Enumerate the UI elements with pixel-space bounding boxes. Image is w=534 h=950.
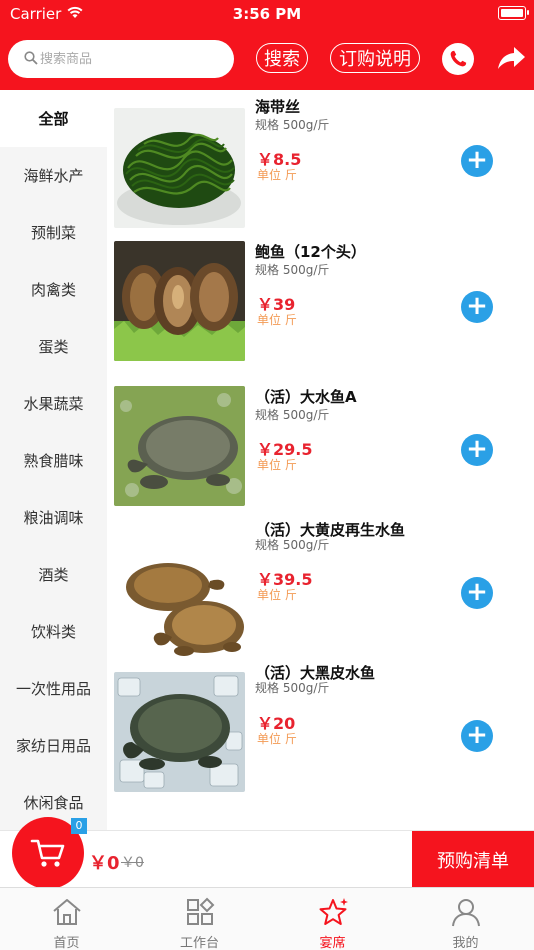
product-image-abalone [114,241,245,361]
category-item-disposables[interactable]: 一次性用品 [0,660,107,717]
tab-label: 宴席 [319,936,346,950]
app-screen: Carrier 3:56 PM 搜索 订购说明 全部 [0,0,534,950]
tab-label: 首页 [53,936,80,950]
star-icon [319,898,348,925]
product-unit: 单位 斤 [257,168,297,182]
category-item-liquor[interactable]: 酒类 [0,546,107,603]
search-button[interactable]: 搜索 [256,43,308,73]
product-spec: 规格 500g/斤 [255,263,330,277]
product-spec: 规格 500g/斤 [255,681,330,695]
battery-icon [498,6,529,20]
product-item[interactable]: （活）大水鱼A 规格 500g/斤 ￥29.5 单位 斤 + [107,376,534,519]
product-image-softshell-turtle [114,386,245,506]
product-unit: 单位 斤 [257,732,297,746]
search-icon [24,51,38,65]
add-to-cart-button[interactable]: + [461,434,493,466]
product-item[interactable]: （活）大黄皮再生水鱼 规格 500g/斤 ￥39.5 单位 斤 + [107,519,534,667]
add-to-cart-button[interactable]: + [461,720,493,752]
cart-icon [30,839,65,867]
product-name: 海带丝 [255,98,301,116]
product-spec: 规格 500g/斤 [255,538,330,552]
bottom-tab-bar: 首页 工作台 宴席 我的 [0,887,534,950]
product-unit: 单位 斤 [257,588,297,602]
tab-workbench[interactable]: 工作台 [133,888,266,950]
product-image-black-turtle [114,672,245,792]
category-item-drinks[interactable]: 饮料类 [0,603,107,660]
add-to-cart-button[interactable]: + [461,577,493,609]
category-item-prepared[interactable]: 预制菜 [0,204,107,261]
product-spec: 规格 500g/斤 [255,118,330,132]
clock: 3:56 PM [232,5,302,23]
category-item-eggs[interactable]: 蛋类 [0,318,107,375]
category-item-all[interactable]: 全部 [0,90,107,147]
top-header: 搜索 订购说明 [0,28,534,90]
cart-original-price: ￥0 [121,855,144,871]
cart-count-badge: 0 [71,818,87,834]
tab-profile[interactable]: 我的 [399,888,532,950]
preorder-list-button[interactable]: 预购清单 [412,831,534,888]
status-bar: Carrier 3:56 PM [0,0,534,28]
category-sidebar: 全部 海鲜水产 预制菜 肉禽类 蛋类 水果蔬菜 熟食腊味 粮油调味 酒类 饮料类… [0,90,107,830]
tab-label: 工作台 [179,936,219,950]
product-name: 鲍鱼（12个头） [255,243,366,261]
tab-banquet[interactable]: 宴席 [266,888,399,950]
product-unit: 单位 斤 [257,458,297,472]
category-item-household[interactable]: 家纺日用品 [0,717,107,774]
workbench-icon [186,897,214,925]
search-box[interactable] [8,40,234,78]
share-icon[interactable] [496,44,526,72]
search-input[interactable] [40,40,220,78]
tab-label: 我的 [452,936,479,950]
product-unit: 单位 斤 [257,313,297,327]
tab-home[interactable]: 首页 [0,888,133,950]
product-item[interactable]: 鲍鱼（12个头） 规格 500g/斤 ￥39 单位 斤 + [107,233,534,376]
user-icon [451,899,480,927]
cart-bar: 0 ￥0 ￥0 预购清单 [0,817,534,889]
category-item-produce[interactable]: 水果蔬菜 [0,375,107,432]
category-item-grain-oil[interactable]: 粮油调味 [0,489,107,546]
product-item[interactable]: 海带丝 规格 500g/斤 ￥8.5 单位 斤 + [107,90,534,233]
add-to-cart-button[interactable]: + [461,291,493,323]
home-icon [52,899,81,925]
category-item-seafood[interactable]: 海鲜水产 [0,147,107,204]
phone-icon[interactable] [442,43,474,75]
product-name: （活）大水鱼A [255,388,357,406]
product-image-seaweed [114,108,245,228]
product-item[interactable]: （活）大黑皮水鱼 规格 500g/斤 ￥20 单位 斤 + [107,662,534,805]
order-guide-button[interactable]: 订购说明 [330,43,420,73]
product-spec: 规格 500g/斤 [255,408,330,422]
add-to-cart-button[interactable]: + [461,145,493,177]
category-item-deli[interactable]: 熟食腊味 [0,432,107,489]
product-list: 海带丝 规格 500g/斤 ￥8.5 单位 斤 + 鲍鱼（12个头） 规格 50… [107,90,534,830]
category-item-meat[interactable]: 肉禽类 [0,261,107,318]
product-image-yellow-turtle [114,547,245,667]
cart-total: ￥0 [89,853,120,874]
